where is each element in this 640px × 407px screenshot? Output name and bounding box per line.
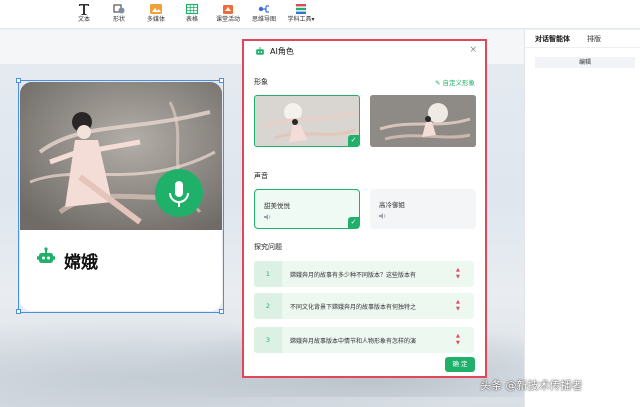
arrow-down-icon[interactable]: ▼ xyxy=(456,340,462,347)
speaker-icon xyxy=(379,213,386,219)
chevron-down-icon: ▾ xyxy=(311,16,315,23)
subject-tools-icon xyxy=(296,4,306,14)
arrow-down-icon[interactable]: ▼ xyxy=(456,306,462,313)
reorder-control[interactable]: ▲ ▼ xyxy=(456,333,462,347)
voice-option-2[interactable]: 高冷御姐 xyxy=(370,189,476,229)
avatar-thumbnail xyxy=(255,96,359,146)
avatar-section-label: 形象 xyxy=(254,78,268,86)
arrow-up-icon[interactable]: ▲ xyxy=(456,299,462,306)
reorder-control[interactable]: ▲ ▼ xyxy=(456,299,462,313)
question-number: 2 xyxy=(254,293,282,319)
media-tool-button[interactable]: 多媒体 xyxy=(138,3,174,24)
arrow-up-icon[interactable]: ▲ xyxy=(456,333,462,340)
table-tool-button[interactable]: 表格 xyxy=(174,3,210,24)
question-text[interactable]: 嫦娥奔月的故事有多少种不同版本？这些版本有 xyxy=(290,270,450,279)
question-number: 1 xyxy=(254,261,282,287)
ai-character-card[interactable]: 嫦娥 xyxy=(20,82,222,311)
check-icon: ✓ xyxy=(348,135,359,146)
top-toolbar: 文本 形状 多媒体 表格 课堂活动 思维导图 学科工具▾ xyxy=(0,0,640,29)
tab-chat-agent[interactable]: 对话智能体 xyxy=(535,34,570,44)
arrow-down-icon[interactable]: ▼ xyxy=(456,274,462,281)
question-item[interactable]: 3 嫦娥奔月故事版本中情节和人物形象有怎样的演 ▲ ▼ xyxy=(254,327,474,353)
question-text[interactable]: 嫦娥奔月故事版本中情节和人物形象有怎样的演 xyxy=(290,336,450,345)
reorder-control[interactable]: ▲ ▼ xyxy=(456,267,462,281)
microphone-button[interactable] xyxy=(155,169,203,217)
voice-section-label: 声音 xyxy=(254,172,268,180)
question-item[interactable]: 1 嫦娥奔月的故事有多少种不同版本？这些版本有 ▲ ▼ xyxy=(254,261,474,287)
arrow-up-icon[interactable]: ▲ xyxy=(456,267,462,274)
properties-panel: 对话智能体 排版 编辑 xyxy=(524,30,640,407)
card-footer: 嫦娥 xyxy=(20,230,222,311)
question-text[interactable]: 不同文化背景下嫦娥奔月的故事版本有何独特之 xyxy=(290,302,450,311)
robot-icon xyxy=(37,247,55,263)
tab-layout[interactable]: 排版 xyxy=(587,34,601,44)
subject-tools-button[interactable]: 学科工具▾ xyxy=(283,3,319,24)
shape-icon xyxy=(113,4,125,14)
voice-option-1[interactable]: 甜美悦悦 ✓ xyxy=(254,189,360,229)
tab-divider xyxy=(525,47,640,48)
dialog-title: AI角色 xyxy=(270,47,294,56)
text-tool-button[interactable]: 文本 xyxy=(66,3,102,24)
dialog-header: AI角色 × xyxy=(244,41,485,63)
avatar-thumbnail xyxy=(370,95,476,147)
avatar-option-2[interactable] xyxy=(370,95,476,147)
question-number: 3 xyxy=(254,327,282,353)
confirm-button[interactable]: 确 定 xyxy=(445,357,475,372)
microphone-icon xyxy=(169,181,189,207)
voice-name: 甜美悦悦 xyxy=(264,202,290,210)
ai-role-dialog: AI角色 × 形象 ✎ 自定义形象 ✓ 声音 甜美悦悦 ✓ 高冷御姐 探究问题 … xyxy=(242,39,487,378)
check-icon: ✓ xyxy=(348,217,359,228)
voice-name: 高冷御姐 xyxy=(379,201,405,209)
shape-tool-button[interactable]: 形状 xyxy=(101,3,137,24)
edit-button[interactable]: 编辑 xyxy=(535,57,635,68)
avatar-option-1[interactable]: ✓ xyxy=(254,95,360,147)
activity-icon xyxy=(223,5,233,14)
watermark: 头条 @新技术传播者 xyxy=(480,379,583,392)
character-name: 嫦娥 xyxy=(64,253,98,273)
mindmap-tool-button[interactable]: 思维导图 xyxy=(246,3,282,24)
custom-avatar-link[interactable]: ✎ 自定义形象 xyxy=(435,77,475,87)
pencil-icon: ✎ xyxy=(434,79,441,87)
media-icon xyxy=(150,4,162,14)
speaker-icon xyxy=(264,214,271,220)
questions-section-label: 探究问题 xyxy=(254,243,282,251)
robot-icon xyxy=(256,47,264,55)
table-icon xyxy=(185,3,199,15)
text-icon xyxy=(79,4,89,15)
question-item[interactable]: 2 不同文化背景下嫦娥奔月的故事版本有何独特之 ▲ ▼ xyxy=(254,293,474,319)
close-button[interactable]: × xyxy=(469,45,477,55)
mindmap-icon xyxy=(258,5,269,13)
activity-tool-button[interactable]: 课堂活动 xyxy=(210,3,246,24)
